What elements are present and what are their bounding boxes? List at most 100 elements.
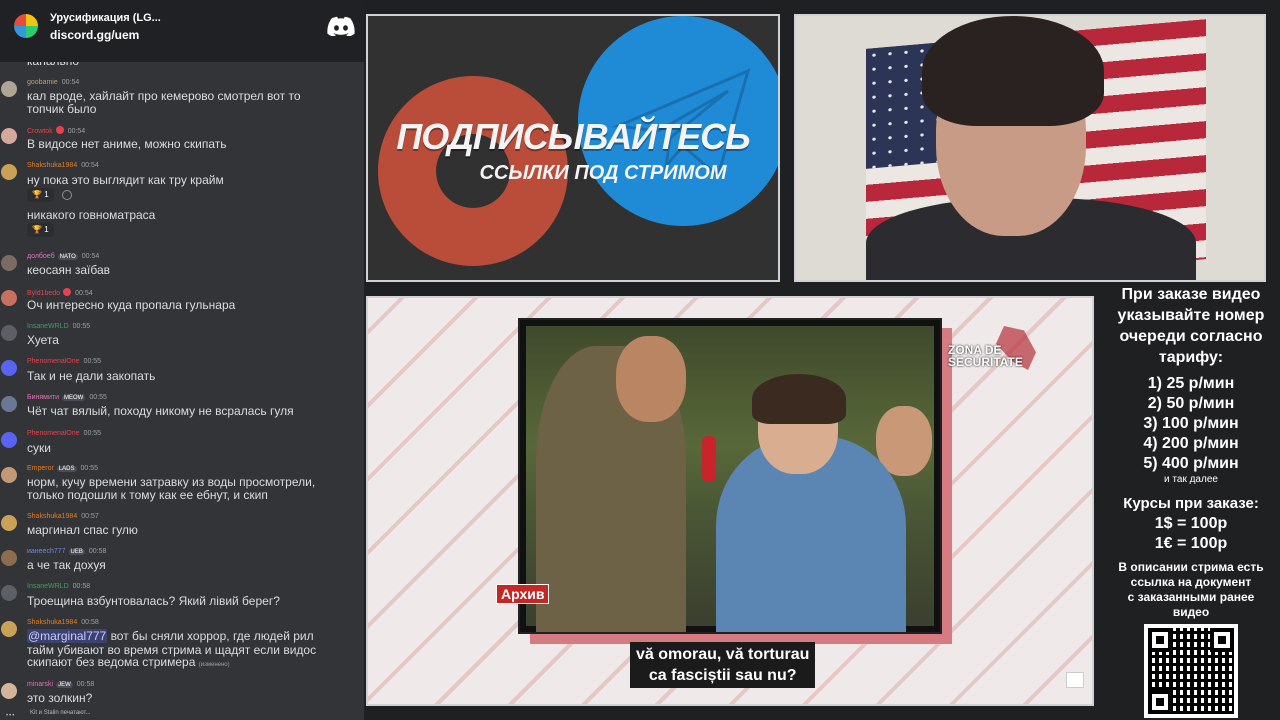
timestamp: 00:57 <box>81 513 99 520</box>
avatar[interactable] <box>1 550 17 566</box>
timestamp: 00:54 <box>81 253 100 260</box>
username[interactable]: minarski <box>27 681 53 688</box>
message-text: никакого говноматраса <box>27 208 156 222</box>
avatar[interactable] <box>1 360 17 376</box>
timestamp: 00:55 <box>72 323 91 330</box>
reaction-pill[interactable]: 🏆 1 <box>27 188 54 202</box>
username[interactable]: Emperor <box>27 465 54 472</box>
username[interactable]: Shakshuka1984 <box>27 619 77 626</box>
info-note: видео <box>1172 605 1210 619</box>
avatar[interactable] <box>1 585 17 601</box>
avatar[interactable] <box>1 128 17 144</box>
message-text: маргинал спас гулю <box>27 523 138 537</box>
typing-indicator-icon: ••• <box>6 713 16 719</box>
typing-indicator: Kit и Stalin печатают... <box>30 710 91 716</box>
message-text: Оч интересно куда пропала гульнара <box>27 298 236 312</box>
corner-logo-icon <box>1066 672 1084 688</box>
promo-title: ПОДПИСЫВАЙТЕСЬ <box>396 116 750 157</box>
avatar[interactable] <box>1 255 17 271</box>
microphone-icon <box>702 436 716 482</box>
username[interactable]: Бинямити <box>27 394 59 401</box>
timestamp: 00:55 <box>83 358 102 365</box>
message-text: Так и не дали закопать <box>27 369 156 383</box>
order-info: При заказе видео указывайте номер очеред… <box>1102 284 1280 620</box>
username[interactable]: Crowtok <box>27 128 53 135</box>
username[interactable]: PhenomenalOne <box>27 430 80 437</box>
channel-logo: ZONA DE SECURITATE <box>948 343 1023 369</box>
timestamp: 00:55 <box>83 430 102 437</box>
role-badge: LADS <box>56 466 77 472</box>
info-note: В описании стрима есть <box>1118 560 1264 574</box>
username[interactable]: InsaneWRLD <box>27 323 69 330</box>
tariff-etc: и так далее <box>1164 474 1218 485</box>
username[interactable]: Shakshuka1984 <box>27 513 77 520</box>
course-item: 1$ = 100р <box>1154 515 1228 532</box>
server-header[interactable]: Урусификация (LG... discord.gg/uem <box>0 0 364 62</box>
edited-label: (изменено) <box>198 662 230 668</box>
timestamp: 00:58 <box>72 583 91 590</box>
info-heading: При заказе видео <box>1121 286 1261 303</box>
timestamp: 00:54 <box>67 128 86 135</box>
promo-subtitle: ССЫЛКИ ПОД СТРИМОМ <box>479 162 727 184</box>
username[interactable]: Byld1bedo <box>27 290 60 297</box>
server-icon[interactable] <box>14 14 38 38</box>
message-text: Троещина взбунтовалась? Який лівий берег… <box>27 594 280 608</box>
timestamp: 00:58 <box>81 619 99 626</box>
username[interactable]: долбоеб <box>27 253 55 260</box>
message-text: а че так дохуя <box>27 558 106 572</box>
avatar[interactable] <box>1 621 17 637</box>
avatar[interactable] <box>1 467 17 483</box>
message-text: @marginal777 вот бы сняли хоррор, где лю… <box>27 629 314 643</box>
video-subtitles: vă omorau, vă torturau ca fasciștii sau … <box>630 642 816 688</box>
tariff-item: 1) 25 р/мин <box>1147 375 1235 392</box>
chat-panel: канально goobamie00:54 кал вроде, хайлай… <box>0 0 364 720</box>
info-heading: очереди согласно <box>1119 328 1263 345</box>
server-invite-link[interactable]: discord.gg/uem <box>50 28 139 42</box>
avatar[interactable] <box>1 683 17 699</box>
message-text: ну пока это выглядит как тру крайм <box>27 173 224 187</box>
timestamp: 00:55 <box>89 394 107 401</box>
video-frame <box>518 318 942 634</box>
user-mention[interactable]: @marginal777 <box>27 629 108 643</box>
message-text: Чёт чат вялый, походу никому не всралась… <box>27 404 294 418</box>
courses-title: Курсы при заказе: <box>1123 495 1259 512</box>
username[interactable]: InsaneWRLD <box>27 583 69 590</box>
info-heading: тарифу: <box>1158 349 1224 366</box>
avatar[interactable] <box>1 325 17 341</box>
subscribe-banner: ПОДПИСЫВАЙТЕСЬ ССЫЛКИ ПОД СТРИМОМ <box>366 14 780 282</box>
discord-icon <box>327 16 355 36</box>
add-reaction-icon[interactable] <box>62 190 72 200</box>
course-item: 1€ = 100р <box>1154 535 1228 552</box>
message-text: кеосаян заїбав <box>27 263 111 277</box>
info-heading: указывайте номер <box>1117 307 1265 324</box>
avatar[interactable] <box>1 164 17 180</box>
role-badge <box>63 288 72 296</box>
role-badge: MEOW <box>62 395 86 401</box>
username[interactable]: PhenomenalOne <box>27 358 80 365</box>
avatar[interactable] <box>1 396 17 412</box>
role-badge: NATO <box>57 254 78 260</box>
message-text: норм, кучу времени затравку из воды прос… <box>27 475 316 489</box>
message-text: суки <box>27 441 51 455</box>
role-badge: JEW <box>56 682 73 688</box>
username[interactable]: ианеесh777 <box>27 548 66 555</box>
avatar[interactable] <box>1 515 17 531</box>
avatar[interactable] <box>1 81 17 97</box>
tariff-item: 3) 100 р/мин <box>1143 415 1239 432</box>
message-text: только подошли к тому как ее ебнут, и ск… <box>27 488 268 502</box>
info-note: ссылка на документ <box>1130 575 1252 589</box>
role-badge <box>55 126 64 134</box>
avatar[interactable] <box>1 290 17 306</box>
reaction-pill[interactable]: 🏆 1 <box>27 223 54 237</box>
server-name: Урусификация (LG... <box>50 12 161 24</box>
video-player[interactable]: Архив ZONA DE SECURITATE vă omorau, vă to… <box>366 296 1094 706</box>
username[interactable]: goobamie <box>27 79 58 86</box>
role-badge: UEB <box>68 549 85 555</box>
timestamp: 00:54 <box>61 79 80 86</box>
avatar[interactable] <box>1 432 17 448</box>
timestamp: 00:55 <box>80 465 99 472</box>
username[interactable]: Shakshuka1984 <box>27 162 77 169</box>
tariff-item: 2) 50 р/мин <box>1147 395 1235 412</box>
timestamp: 00:58 <box>88 548 107 555</box>
tariff-item: 5) 400 р/мин <box>1143 455 1239 472</box>
